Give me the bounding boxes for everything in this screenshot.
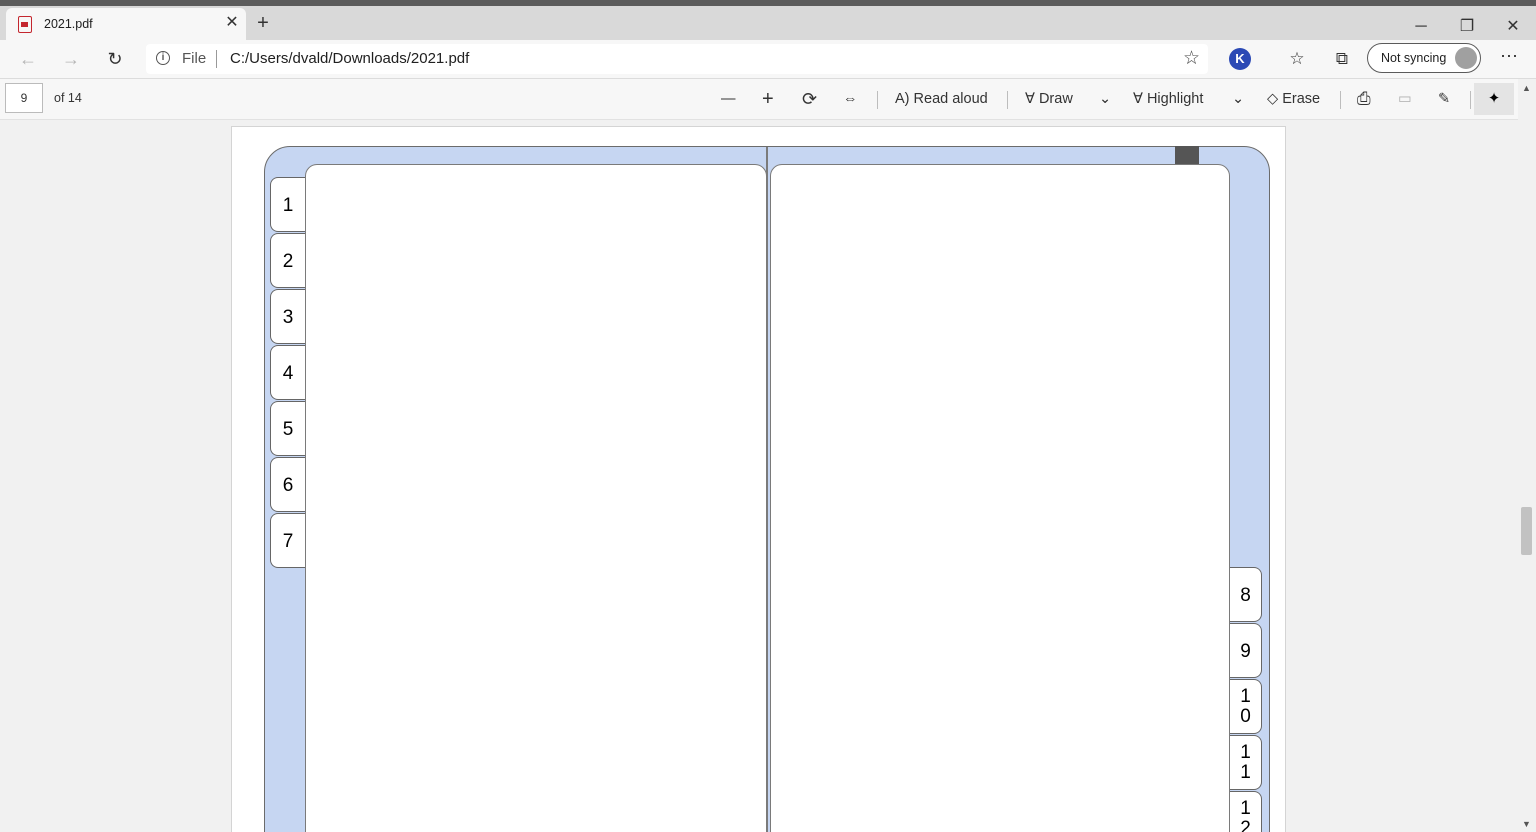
scheme-label: File xyxy=(182,50,207,67)
url-text[interactable]: C:/Users/dvald/Downloads/2021.pdf xyxy=(230,50,469,67)
erase-button[interactable]: ◇ Erase xyxy=(1267,87,1320,111)
section-tab-4[interactable]: 4 xyxy=(270,345,305,400)
section-tab-6[interactable]: 6 xyxy=(270,457,305,512)
back-button[interactable]: ← xyxy=(14,46,42,72)
section-tab-1[interactable]: 1 xyxy=(270,177,305,232)
toolbar-divider xyxy=(877,91,878,109)
save-button[interactable]: ▭ xyxy=(1398,87,1412,111)
section-tab-2[interactable]: 2 xyxy=(270,233,305,288)
highlight-button[interactable]: ∀ Highlight xyxy=(1133,87,1203,111)
erase-icon: ◇ xyxy=(1267,91,1279,107)
tab-bar: 2021.pdf ✕ + ─ ❐ ✕ xyxy=(0,6,1536,40)
section-tab-5[interactable]: 5 xyxy=(270,401,305,456)
forward-button[interactable]: → xyxy=(57,46,85,72)
pdf-page: 1 2 3 4 5 6 7 8 9 1 0 1 1 1 2 xyxy=(231,126,1286,832)
pdf-toolbar: 9 of 14 — + ⟳ ⇔ A) Read aloud ∀ Draw ⌄ ∀… xyxy=(0,79,1518,120)
collections-icon[interactable]: ⧉ xyxy=(1329,46,1355,72)
scroll-thumb[interactable] xyxy=(1521,507,1532,555)
section-tab-7[interactable]: 7 xyxy=(270,513,305,568)
highlight-icon: ∀ xyxy=(1133,91,1143,107)
draw-icon: ∀ xyxy=(1025,91,1035,107)
sync-button[interactable]: Not syncing xyxy=(1367,43,1481,73)
tab-2021-pdf[interactable]: 2021.pdf ✕ xyxy=(6,8,246,40)
add-favorite-icon[interactable]: ☆ xyxy=(1183,47,1200,70)
profile-extension-icon[interactable]: K xyxy=(1229,48,1251,70)
page-number-input[interactable]: 9 xyxy=(5,83,43,113)
sync-label: Not syncing xyxy=(1381,51,1447,65)
toolbar-divider xyxy=(1007,91,1008,109)
toolbar-divider xyxy=(1340,91,1341,109)
zoom-in-button[interactable]: + xyxy=(762,87,774,111)
pdf-file-icon xyxy=(18,16,32,33)
bookmark-ribbon xyxy=(1175,146,1199,164)
close-window-button[interactable]: ✕ xyxy=(1490,12,1536,42)
minimize-button[interactable]: ─ xyxy=(1398,12,1444,42)
toolbar-divider xyxy=(1470,91,1471,109)
page-total: of 14 xyxy=(54,91,82,105)
read-aloud-label: Read aloud xyxy=(913,91,988,107)
section-tab-12[interactable]: 1 2 xyxy=(1230,791,1262,832)
vertical-scrollbar[interactable]: ▲ ▼ xyxy=(1518,79,1536,832)
left-notebook-page xyxy=(305,164,767,832)
section-tab-10[interactable]: 1 0 xyxy=(1230,679,1262,734)
draw-button[interactable]: ∀ Draw xyxy=(1025,87,1073,111)
info-icon[interactable]: i xyxy=(156,51,170,65)
refresh-button[interactable]: ↻ xyxy=(101,46,129,72)
section-tab-3[interactable]: 3 xyxy=(270,289,305,344)
address-bar[interactable]: i File C:/Users/dvald/Downloads/2021.pdf… xyxy=(146,44,1208,74)
scroll-up-icon[interactable]: ▲ xyxy=(1522,83,1531,93)
new-tab-button[interactable]: + xyxy=(252,13,274,35)
highlight-label: Highlight xyxy=(1146,91,1204,107)
section-tab-8[interactable]: 8 xyxy=(1230,567,1262,622)
read-aloud-icon: A) xyxy=(895,91,910,107)
rotate-button[interactable]: ⟳ xyxy=(802,87,817,111)
right-notebook-page xyxy=(770,164,1230,832)
tab-title: 2021.pdf xyxy=(44,17,93,31)
favorites-icon[interactable]: ☆ xyxy=(1284,46,1310,72)
erase-label: Erase xyxy=(1282,91,1321,107)
url-separator xyxy=(216,50,217,68)
fit-page-button[interactable]: ⇔ xyxy=(843,87,858,111)
section-tab-11[interactable]: 1 1 xyxy=(1230,735,1262,790)
save-as-button[interactable]: ✎ xyxy=(1438,87,1450,111)
more-menu-icon[interactable]: ⋯ xyxy=(1496,46,1522,72)
pin-toolbar-button[interactable]: ✦ xyxy=(1474,83,1514,115)
close-tab-icon[interactable]: ✕ xyxy=(222,13,242,33)
read-aloud-button[interactable]: A) Read aloud xyxy=(895,87,988,111)
restore-button[interactable]: ❐ xyxy=(1444,12,1490,42)
highlight-options-chevron-icon[interactable]: ⌄ xyxy=(1232,87,1244,111)
zoom-out-button[interactable]: — xyxy=(721,87,736,111)
avatar xyxy=(1455,47,1477,69)
section-tab-9[interactable]: 9 xyxy=(1230,623,1262,678)
scroll-down-icon[interactable]: ▼ xyxy=(1522,819,1531,829)
draw-options-chevron-icon[interactable]: ⌄ xyxy=(1099,87,1111,111)
draw-label: Draw xyxy=(1038,91,1073,107)
print-button[interactable]: ⎙ xyxy=(1357,87,1371,111)
